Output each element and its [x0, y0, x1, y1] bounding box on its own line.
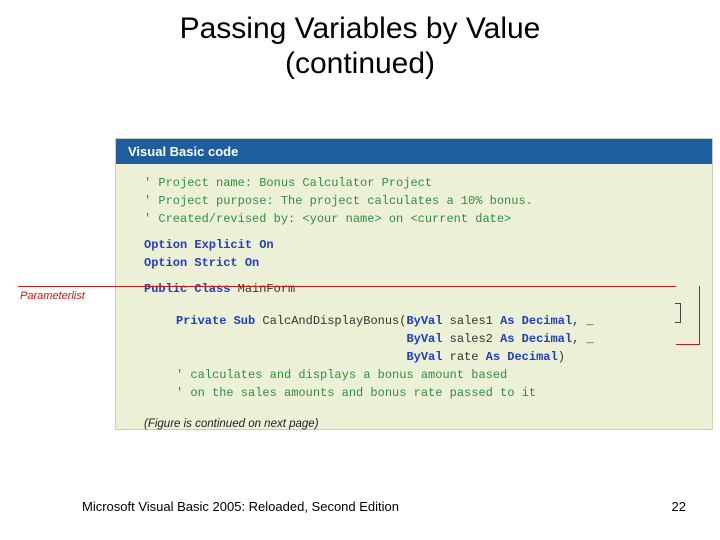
title-line-1: Passing Variables by Value: [180, 12, 541, 45]
line-continuation: , _: [572, 332, 594, 346]
keyword-option-strict: Option Strict On: [144, 256, 259, 270]
param-name: sales2: [442, 332, 500, 346]
keyword-byval: ByVal: [406, 332, 442, 346]
param-name: sales1: [442, 314, 500, 328]
keyword-as-decimal: As Decimal: [500, 332, 572, 346]
figure-left-margin: [0, 138, 115, 430]
keyword-option-explicit: Option Explicit On: [144, 238, 274, 252]
keyword-byval: ByVal: [406, 314, 442, 328]
figure-continuation-note: (Figure is continued on next page): [116, 402, 712, 430]
keyword-byval: ByVal: [406, 350, 442, 364]
annotation-rule-bottom: [676, 344, 700, 345]
code-figure: Visual Basic code ' Project name: Bonus …: [115, 138, 713, 430]
keyword-private-sub: Private Sub: [176, 314, 255, 328]
continuation-brace-tick: [675, 322, 680, 323]
code-area: ' Project name: Bonus Calculator Project…: [116, 164, 712, 298]
continuation-brace-tick: [675, 303, 680, 304]
sub-signature-line-3: ByVal rate As Decimal): [176, 348, 712, 366]
paren-close: ): [558, 350, 565, 364]
sub-name: CalcAndDisplayBonus(: [255, 314, 406, 328]
comment-line: ' Project purpose: The project calculate…: [144, 192, 712, 210]
slide: Passing Variables by Value (continued) V…: [0, 0, 720, 540]
comment-line: ' Project name: Bonus Calculator Project: [144, 174, 712, 192]
sub-comment-line: ' on the sales amounts and bonus rate pa…: [176, 384, 712, 402]
page-number: 22: [672, 499, 686, 514]
annotation-rule-top: [18, 286, 676, 287]
annotation-rule-right: [699, 286, 700, 344]
sub-signature-line-1: Private Sub CalcAndDisplayBonus(ByVal sa…: [176, 312, 712, 330]
code-line: Public Class MainForm: [144, 280, 712, 298]
footer-text: Microsoft Visual Basic 2005: Reloaded, S…: [82, 499, 399, 514]
sub-signature-line-2: ByVal sales2 As Decimal, _: [176, 330, 712, 348]
code-line: Option Strict On: [144, 254, 712, 272]
line-continuation: , _: [572, 314, 594, 328]
sub-comment-line: ' calculates and displays a bonus amount…: [176, 366, 712, 384]
annotation-parameterlist-label: Parameterlist: [20, 290, 85, 302]
code-line: Option Explicit On: [144, 236, 712, 254]
class-name: MainForm: [230, 282, 295, 296]
keyword-public-class: Public Class: [144, 282, 230, 296]
figure-banner: Visual Basic code: [116, 139, 712, 164]
param-name: rate: [442, 350, 485, 364]
continuation-brace-line: [680, 303, 681, 323]
sub-block: Private Sub CalcAndDisplayBonus(ByVal sa…: [116, 312, 712, 402]
title-line-2: (continued): [285, 47, 435, 80]
keyword-as-decimal: As Decimal: [500, 314, 572, 328]
slide-title: Passing Variables by Value (continued): [0, 0, 720, 81]
comment-line: ' Created/revised by: <your name> on <cu…: [144, 210, 712, 228]
keyword-as-decimal: As Decimal: [486, 350, 558, 364]
